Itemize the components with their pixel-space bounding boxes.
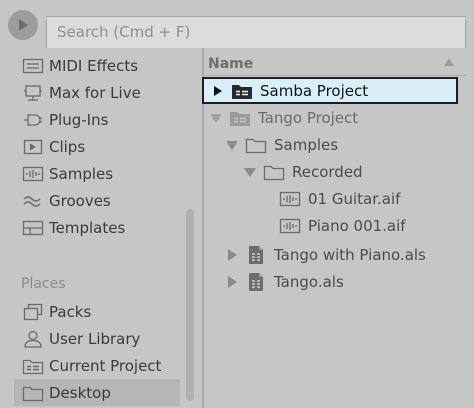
file-row-label: Tango with Piano.als <box>274 245 426 264</box>
file-row-label: Tango Project <box>258 108 359 127</box>
sidebar-item-user-library[interactable]: User Library <box>14 325 180 352</box>
sort-ascending-icon <box>444 58 454 66</box>
sidebar-item-label: Current Project <box>49 356 162 375</box>
expand-arrow-icon[interactable] <box>210 83 226 99</box>
packs-icon <box>21 302 45 322</box>
project-folder-icon <box>230 81 254 101</box>
browser-sidebar: MIDI Effects Max for Live Plug-Ins Clips… <box>0 48 202 408</box>
sidebar-item-label: User Library <box>49 329 141 348</box>
project-folder-icon <box>21 356 45 376</box>
file-row-recorded-folder[interactable]: Recorded <box>242 158 363 185</box>
file-row-tango-project[interactable]: Tango Project <box>208 104 358 131</box>
sidebar-item-plug-ins[interactable]: Plug-Ins <box>14 106 180 133</box>
sidebar-item-grooves[interactable]: Grooves <box>14 187 180 214</box>
sidebar-scrollbar[interactable] <box>186 209 194 401</box>
max-for-live-icon <box>21 83 45 103</box>
sidebar-item-max-for-live[interactable]: Max for Live <box>14 79 180 106</box>
expand-arrow-icon[interactable] <box>224 274 240 290</box>
live-set-icon <box>244 272 268 292</box>
preview-play-button[interactable] <box>8 10 38 40</box>
plugin-icon <box>21 110 45 130</box>
search-placeholder: Search (Cmd + F) <box>57 23 191 41</box>
templates-icon <box>21 218 45 238</box>
sidebar-item-label: MIDI Effects <box>49 56 139 75</box>
project-folder-icon <box>228 108 252 128</box>
sidebar-item-label: Desktop <box>49 383 111 402</box>
file-row-samba-project[interactable]: Samba Project <box>202 77 458 104</box>
file-row-tango-als[interactable]: Tango.als <box>224 268 344 295</box>
sidebar-item-current-project[interactable]: Current Project <box>14 352 180 379</box>
browser-top-bar: Search (Cmd + F) <box>0 0 474 48</box>
midi-effects-icon <box>21 56 45 76</box>
expand-arrow-icon[interactable] <box>224 247 240 263</box>
sidebar-item-label: Clips <box>49 137 86 156</box>
places-section-header: Places <box>21 276 66 292</box>
sidebar-item-samples[interactable]: Samples <box>14 160 180 187</box>
file-row-guitar-aif[interactable]: 01 Guitar.aif <box>274 185 400 212</box>
sidebar-item-label: Samples <box>49 164 114 183</box>
user-icon <box>21 329 45 349</box>
grooves-icon <box>21 191 45 211</box>
collapse-arrow-icon[interactable] <box>208 110 224 126</box>
sidebar-item-packs[interactable]: Packs <box>14 298 180 325</box>
sidebar-item-label: Templates <box>49 218 126 237</box>
column-header-label: Name <box>208 56 254 72</box>
clips-icon <box>21 137 45 157</box>
window-right-edge <box>466 48 474 408</box>
file-row-label: Recorded <box>292 162 363 181</box>
file-row-label: Samples <box>274 135 339 154</box>
audio-file-icon <box>278 189 302 209</box>
collapse-arrow-icon[interactable] <box>242 164 258 180</box>
search-input[interactable]: Search (Cmd + F) <box>46 16 466 48</box>
live-set-icon <box>244 245 268 265</box>
sidebar-item-label: Plug-Ins <box>49 110 109 129</box>
name-column-header[interactable]: Name <box>204 48 466 76</box>
audio-file-icon <box>278 216 302 236</box>
file-row-piano-aif[interactable]: Piano 001.aif <box>274 212 406 239</box>
file-browser-pane: Name Samba Project Tango Project Samples <box>202 48 466 408</box>
folder-icon <box>21 383 45 403</box>
file-row-tango-with-piano-als[interactable]: Tango with Piano.als <box>224 241 426 268</box>
file-row-label: Tango.als <box>274 272 344 291</box>
file-row-label: Samba Project <box>260 81 369 100</box>
file-row-label: 01 Guitar.aif <box>308 189 401 208</box>
sidebar-item-clips[interactable]: Clips <box>14 133 180 160</box>
sidebar-item-desktop[interactable]: Desktop <box>14 379 180 406</box>
folder-icon <box>262 162 286 182</box>
play-icon <box>19 19 28 31</box>
folder-icon <box>244 135 268 155</box>
file-row-samples-folder[interactable]: Samples <box>224 131 338 158</box>
sidebar-item-label: Packs <box>49 302 92 321</box>
samples-icon <box>21 164 45 184</box>
sidebar-item-midi-effects[interactable]: MIDI Effects <box>14 52 180 79</box>
sidebar-item-label: Max for Live <box>49 83 141 102</box>
sidebar-item-label: Grooves <box>49 191 111 210</box>
collapse-arrow-icon[interactable] <box>224 137 240 153</box>
sidebar-item-templates[interactable]: Templates <box>14 214 180 241</box>
file-row-label: Piano 001.aif <box>308 216 406 235</box>
